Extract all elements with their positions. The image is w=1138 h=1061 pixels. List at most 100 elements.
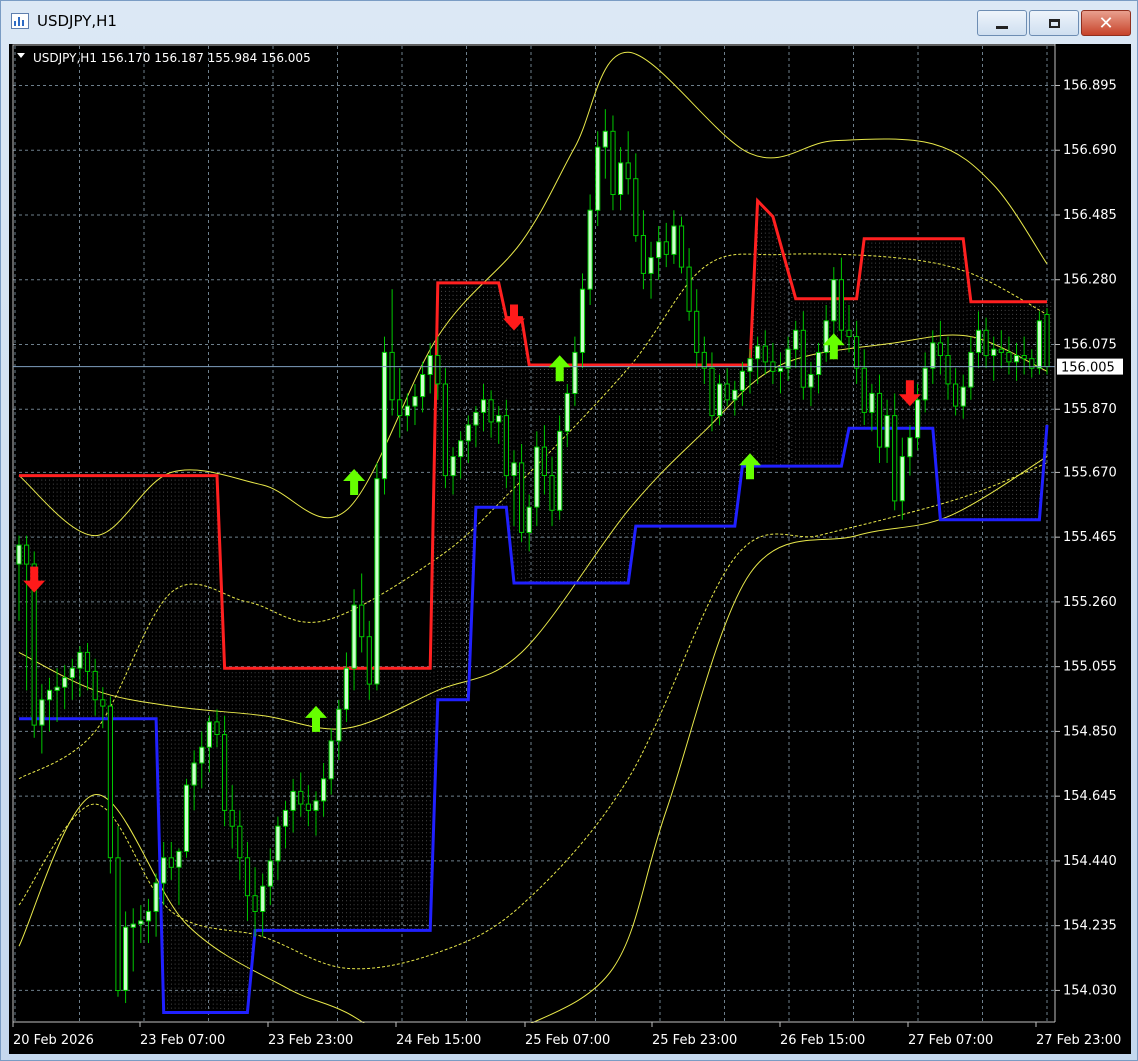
price-channel (19, 197, 1049, 1014)
candle-body (549, 475, 555, 511)
candle-body (275, 825, 281, 862)
price-tick-label: 156.075 (1063, 337, 1117, 352)
time-tick-label: 25 Feb 07:00 (525, 1033, 610, 1048)
candle-body (107, 705, 114, 859)
candle-body (176, 850, 182, 868)
maximize-icon (1048, 18, 1060, 28)
candle-body (640, 235, 646, 274)
candle-body (214, 721, 220, 736)
candle-body (892, 415, 898, 502)
time-tick-label: 27 Feb 07:00 (908, 1033, 993, 1048)
candle-body (130, 923, 136, 928)
candle-body (960, 386, 966, 407)
candle-body (351, 604, 357, 669)
candle-body (869, 392, 875, 413)
candle-body (39, 699, 45, 726)
candle-body (739, 370, 745, 391)
candle-body (724, 383, 730, 401)
price-tick-label: 155.670 (1063, 465, 1117, 480)
price-chart[interactable]: 156.895 156.690 156.485 156.280 156.075 155.8… (9, 44, 1131, 1054)
candle-body (694, 310, 700, 353)
candle-body (496, 415, 502, 423)
candle-body (534, 446, 540, 508)
candle-body (503, 415, 509, 477)
candle-body (595, 146, 601, 211)
candle-body (937, 342, 943, 356)
price-axis: 156.895 156.690 156.485 156.280 156.075 155.8… (1054, 44, 1131, 1054)
candle-body (480, 399, 487, 413)
candle-body (191, 762, 197, 786)
candle-body (24, 544, 30, 565)
chart-window: USDJPY,H1 ✕ 156.895 156.690 156.485 156.280… (0, 0, 1138, 1061)
chart-app-icon (11, 13, 29, 29)
window-title: USDJPY,H1 (37, 12, 117, 30)
candle-body (123, 926, 129, 991)
candle-body (625, 162, 631, 180)
candle-body (473, 411, 479, 426)
candle-body (1021, 355, 1027, 360)
candle-body (686, 266, 692, 312)
price-tick-label: 156.280 (1063, 273, 1117, 288)
price-tick-label: 156.895 (1063, 78, 1117, 93)
candle-body (854, 336, 860, 369)
candle-body (46, 689, 53, 701)
candle-body (922, 367, 928, 401)
candle-body (62, 677, 68, 688)
candle-body (541, 446, 547, 477)
candle-body (511, 462, 517, 476)
candle-body (442, 383, 448, 477)
candle-body (153, 882, 159, 912)
candle-body (404, 405, 410, 417)
candle-body (953, 383, 959, 407)
candle-body (968, 351, 974, 388)
candle-body (290, 790, 296, 811)
candle-body (54, 686, 60, 691)
candle-body (183, 784, 190, 852)
time-tick-label: 26 Feb 15:00 (780, 1033, 865, 1048)
candle-body (267, 860, 273, 887)
candle-body (656, 241, 662, 259)
candle-body (526, 506, 532, 534)
candle-body (321, 778, 327, 802)
candle-body (991, 348, 997, 357)
candle-body (252, 895, 258, 913)
minimize-button[interactable] (977, 10, 1027, 36)
price-tick-label: 154.645 (1063, 789, 1117, 804)
candle-body (602, 130, 608, 148)
candle-body (298, 790, 304, 805)
candle-body (100, 699, 106, 707)
maximize-button[interactable] (1029, 10, 1079, 36)
chart-canvas[interactable]: 156.895 156.690 156.485 156.280 156.075 155.8… (9, 44, 1131, 1054)
price-tick-label: 156.690 (1063, 143, 1117, 158)
price-tick-label: 155.870 (1063, 402, 1117, 417)
candle-body (975, 329, 982, 353)
candle-body (282, 809, 289, 827)
info-dropdown-icon[interactable] (17, 53, 25, 58)
candle-body (16, 544, 22, 565)
candle-body (244, 857, 251, 897)
price-tick-label: 154.850 (1063, 724, 1117, 739)
candle-body (519, 462, 525, 533)
candle-body (717, 383, 723, 417)
candle-body (861, 367, 867, 413)
title-bar[interactable]: USDJPY,H1 ✕ (1, 1, 1138, 41)
candle-body (366, 636, 372, 685)
candle-body (69, 667, 75, 679)
candle-body (206, 721, 213, 748)
candle-body (816, 351, 822, 375)
time-tick-label: 24 Feb 15:00 (396, 1033, 481, 1048)
candle-body (389, 351, 395, 401)
band-outer-lower (18, 456, 1048, 1054)
band-inner-upper (18, 334, 1048, 730)
time-tick-label: 23 Feb 23:00 (268, 1033, 353, 1048)
candle-body (1036, 320, 1043, 369)
candle-body (145, 910, 152, 922)
candle-body (427, 355, 433, 375)
close-button[interactable]: ✕ (1081, 10, 1131, 36)
candle-body (92, 670, 98, 701)
channel-fill (18, 200, 1052, 1013)
price-tick-label: 156.485 (1063, 208, 1117, 223)
candle-body (998, 348, 1004, 353)
candle-body (420, 374, 426, 398)
candle-body (907, 437, 913, 458)
